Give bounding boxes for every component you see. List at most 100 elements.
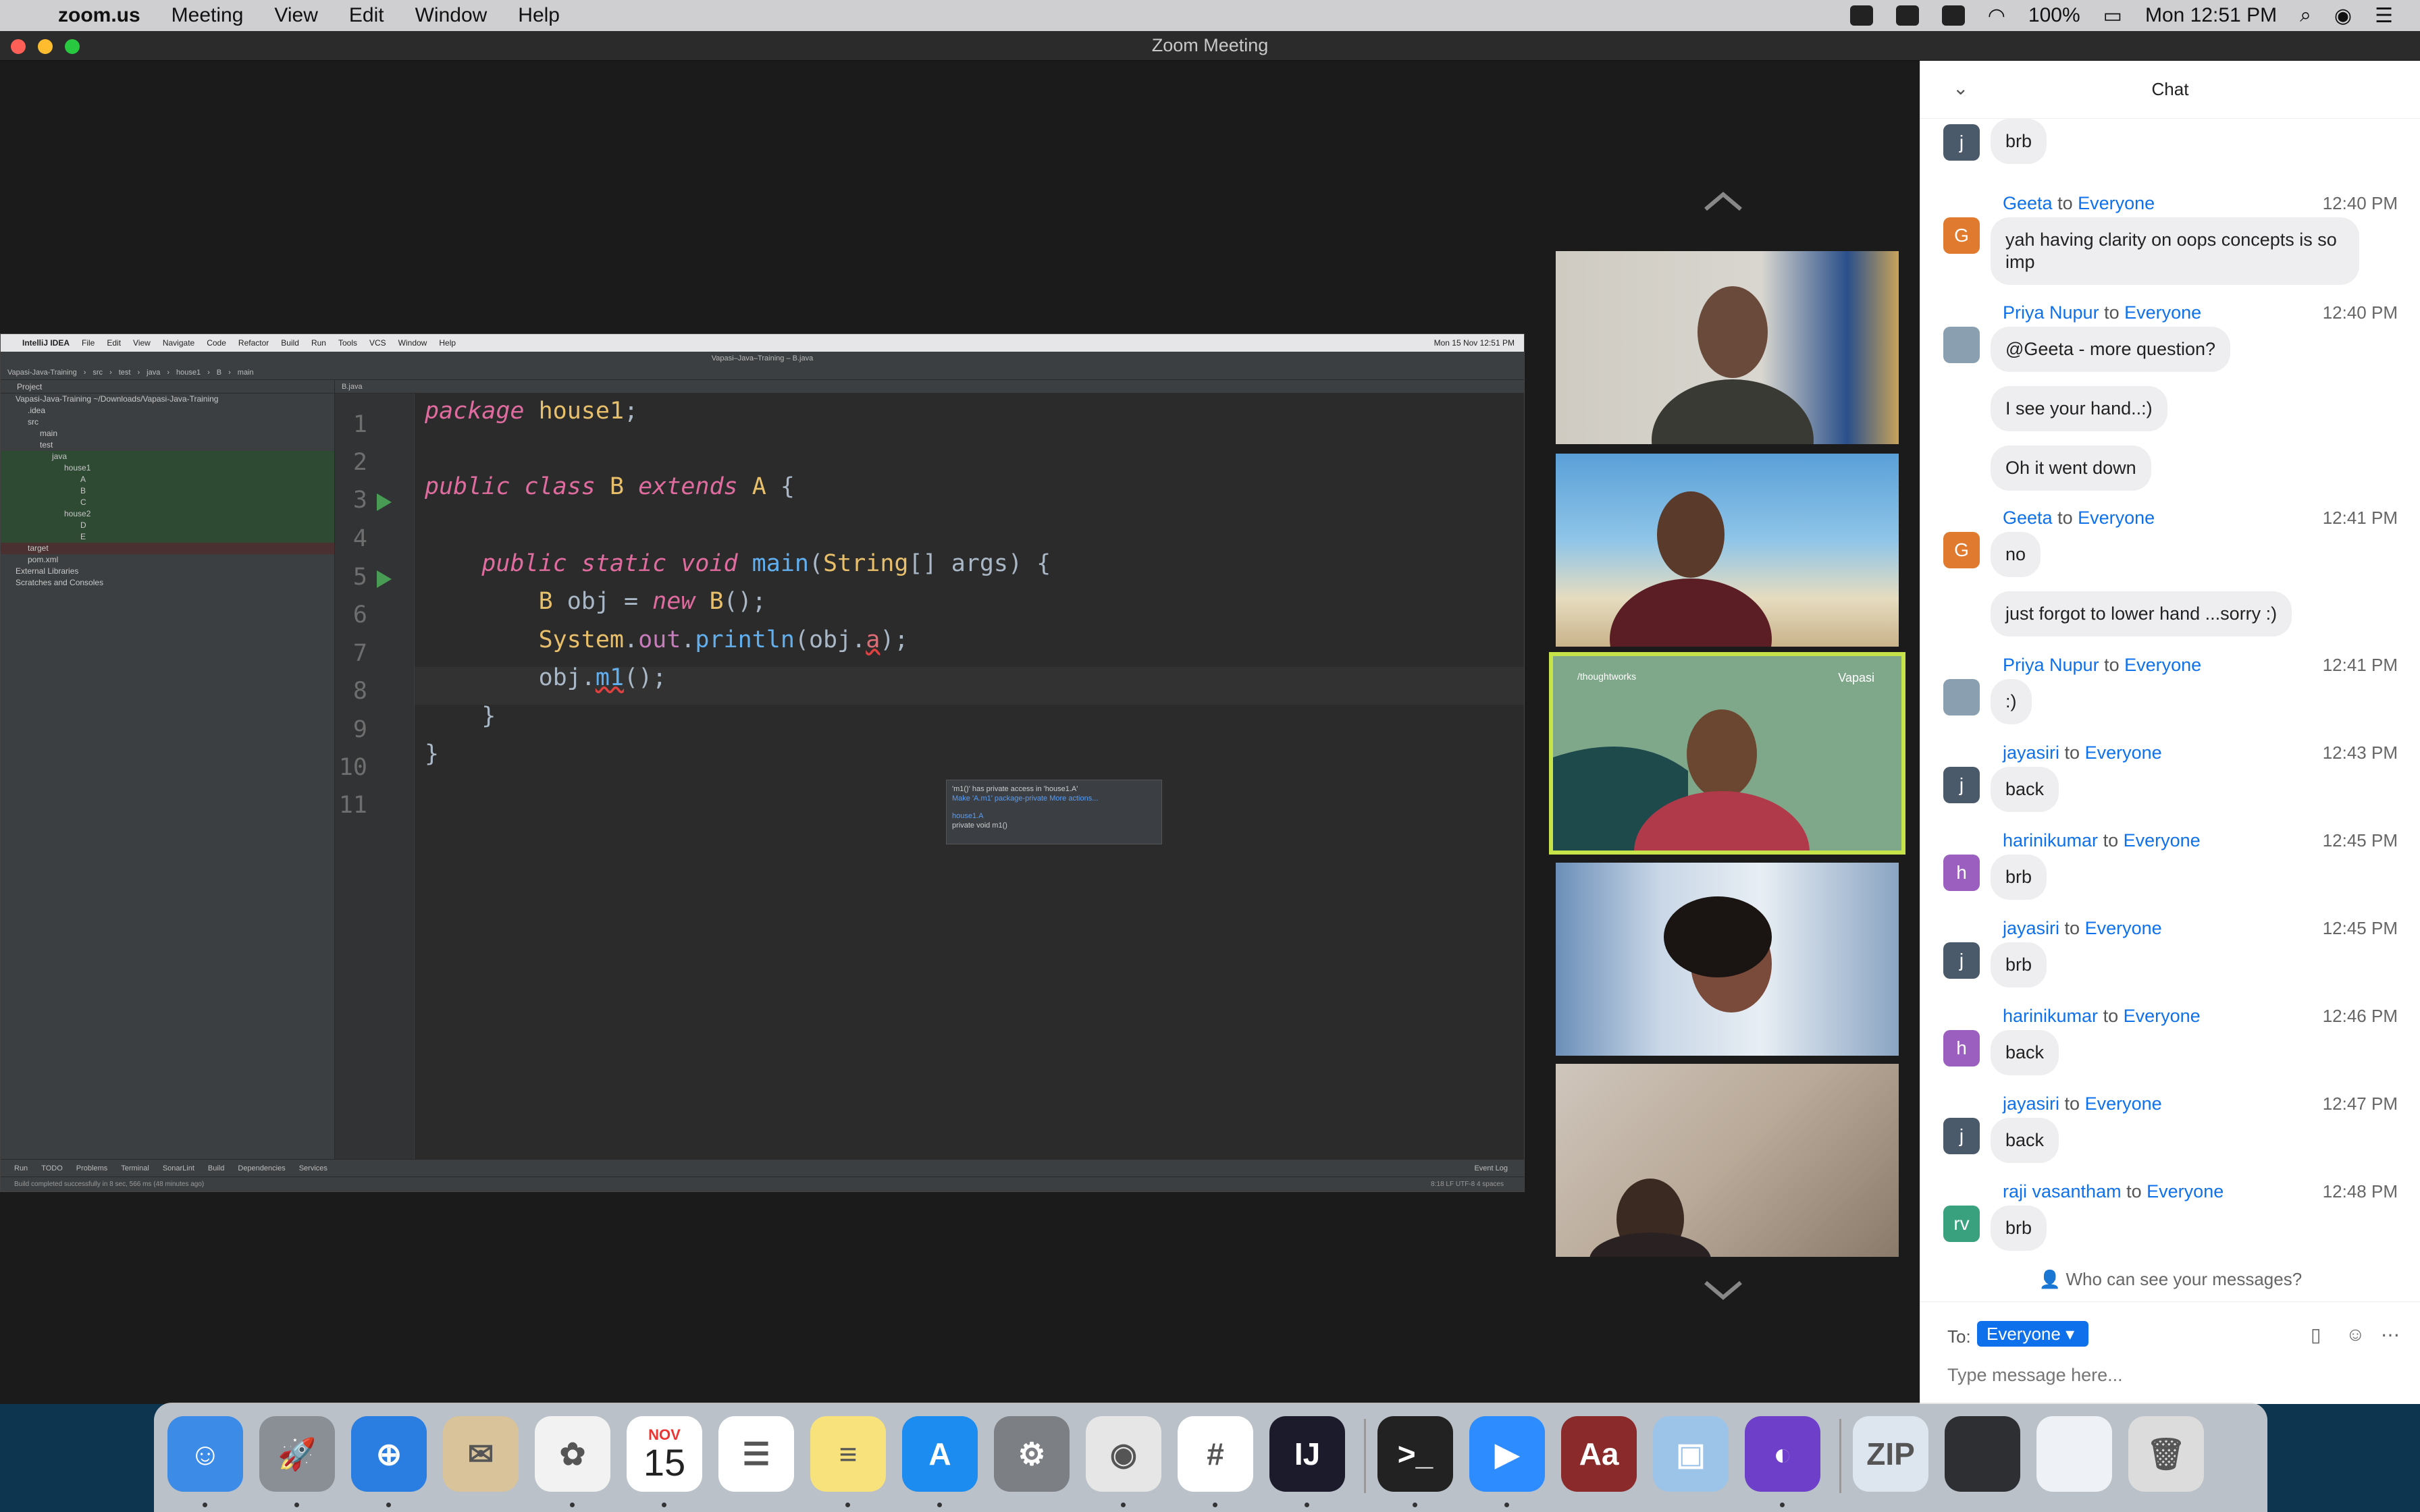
emoji-icon[interactable]: ☺	[2346, 1324, 2365, 1345]
message-bubble: brb	[1991, 1206, 2047, 1251]
participant-video-active-speaker[interactable]: /thoughtworks Vapasi	[1549, 652, 1905, 855]
avatar: G	[1943, 217, 1980, 254]
preview-dock-icon[interactable]: ▣	[1653, 1416, 1729, 1492]
line-number: 6	[352, 601, 367, 628]
code-line: package house1;	[425, 398, 639, 425]
line-number: 11	[338, 792, 367, 819]
participant-video-5[interactable]	[1554, 1062, 1900, 1258]
tree-item: target	[1, 543, 334, 554]
recent-window-2-dock-icon[interactable]	[2036, 1416, 2112, 1492]
minimize-window-button[interactable]	[38, 39, 53, 54]
more-options-icon[interactable]: ⋯	[2381, 1324, 2400, 1346]
launchpad-dock-icon[interactable]: 🚀	[259, 1416, 335, 1492]
app-store-dock-icon[interactable]: A	[902, 1416, 978, 1492]
mail-dock-icon[interactable]: ✉	[443, 1416, 519, 1492]
ide-menu-code: Code	[207, 338, 226, 348]
window-title: Zoom Meeting	[1151, 35, 1269, 55]
recipient-dropdown[interactable]: Everyone ▾	[1977, 1321, 2088, 1347]
menu-view[interactable]: View	[274, 4, 317, 27]
code-line: obj.m1();	[425, 664, 667, 691]
tree-item: .idea	[28, 406, 46, 415]
declaration-signature: private void m1()	[952, 821, 1007, 830]
chat-composer: To: Everyone ▾ ▯ ☺ ⋯	[1920, 1301, 2420, 1404]
message-sender: jayasiri to Everyone	[2003, 918, 2162, 938]
ide-menu-navigate: Navigate	[162, 338, 195, 348]
zoom-meeting-window: Zoom Meeting IntelliJ IDEA File Edit Vie…	[0, 31, 2420, 1404]
chrome-dock-icon[interactable]: ◉	[1086, 1416, 1161, 1492]
tool-tab: Terminal	[121, 1164, 149, 1172]
battery-icon[interactable]: ▭	[2103, 4, 2122, 28]
avatar: j	[1943, 942, 1980, 979]
message-bubble: no	[1991, 532, 2041, 577]
running-indicator	[1121, 1503, 1126, 1507]
participant-video-4[interactable]	[1554, 861, 1900, 1057]
menu-help[interactable]: Help	[518, 4, 560, 27]
participant-3-avatar	[1553, 709, 1810, 850]
zoom-status-icon[interactable]	[1849, 5, 1873, 26]
zip-archive-dock-icon[interactable]: ZIP	[1853, 1416, 1928, 1492]
error-tooltip: 'm1()' has private access in 'house1.A' …	[946, 780, 1162, 844]
gallery-scroll-up-icon[interactable]	[1703, 189, 1743, 216]
file-share-icon[interactable]: ▯	[2311, 1324, 2321, 1346]
message-bubble: :)	[1991, 679, 2032, 724]
chevron-down-icon[interactable]: ⌄	[1953, 77, 1968, 99]
message-time: 12:41 PM	[2322, 655, 2398, 675]
gallery-scroll-down-icon[interactable]	[1703, 1276, 1743, 1303]
reminders-dock-icon[interactable]: ☰	[718, 1416, 794, 1492]
running-indicator	[294, 1503, 299, 1507]
menubar-clock[interactable]: Mon 12:51 PM	[2145, 4, 2277, 27]
message-bubble: just forgot to lower hand ...sorry :)	[1991, 591, 2292, 637]
chat-message-input[interactable]	[1947, 1360, 2393, 1390]
spotlight-icon[interactable]: ⌕	[2300, 4, 2311, 27]
zoom-dock-icon[interactable]: ▶	[1469, 1416, 1545, 1492]
crumb: java	[147, 368, 161, 377]
menu-window[interactable]: Window	[415, 4, 488, 27]
ide-breadcrumb: Vapasi-Java-Training › src › test › java › h…	[1, 365, 1524, 380]
running-indicator	[386, 1503, 391, 1507]
crumb: Vapasi-Java-Training	[7, 368, 77, 377]
wifi-icon[interactable]: ◠	[1988, 4, 2005, 28]
s-status-icon[interactable]	[1895, 5, 1919, 26]
message-time: 12:48 PM	[2322, 1181, 2398, 1202]
menu-meeting[interactable]: Meeting	[172, 4, 244, 27]
photos-dock-icon[interactable]: ✿	[535, 1416, 610, 1492]
intellij-dock-icon[interactable]: IJ	[1269, 1416, 1345, 1492]
close-window-button[interactable]	[11, 39, 26, 54]
trash-dock-icon[interactable]: 🗑	[2128, 1416, 2204, 1492]
slack-dock-icon[interactable]: #	[1178, 1416, 1253, 1492]
siri-icon[interactable]: ◉	[2334, 4, 2352, 28]
participant-video-1[interactable]	[1554, 250, 1900, 446]
safari-dock-icon[interactable]: ⊕	[351, 1416, 427, 1492]
menu-edit[interactable]: Edit	[349, 4, 384, 27]
ide-menu-refactor: Refactor	[238, 338, 269, 348]
participant-video-2[interactable]	[1554, 452, 1900, 648]
calendar-dock-icon[interactable]: NOV 15	[627, 1416, 702, 1492]
github-desktop-dock-icon[interactable]: ◐	[1745, 1416, 1820, 1492]
status-text: Build completed successfully in 8 sec, 5…	[14, 1181, 205, 1188]
running-indicator	[203, 1503, 207, 1507]
code-line: System.out.println(obj.a);	[538, 626, 909, 653]
control-center-icon[interactable]: ☰	[2375, 4, 2393, 28]
shared-screen[interactable]: IntelliJ IDEA File Edit View Navigate Co…	[0, 333, 1525, 1192]
profile-photo-avatar	[1943, 679, 1980, 716]
recent-window-1-dock-icon[interactable]	[1945, 1416, 2020, 1492]
running-indicator	[1780, 1503, 1785, 1507]
ide-menubar: IntelliJ IDEA File Edit View Navigate Co…	[1, 334, 1524, 352]
system-preferences-dock-icon[interactable]: ⚙	[994, 1416, 1070, 1492]
terminal-dock-icon[interactable]: >_	[1377, 1416, 1453, 1492]
input-source-icon[interactable]	[1941, 5, 1965, 26]
zoom-window-button[interactable]	[65, 39, 80, 54]
finder-dock-icon[interactable]: ☺	[167, 1416, 243, 1492]
app-menu[interactable]: zoom.us	[58, 4, 140, 27]
tree-item: pom.xml	[28, 555, 59, 564]
recipient-label: To:	[1947, 1326, 1971, 1347]
who-can-see-messages[interactable]: 👤 Who can see your messages?	[1920, 1269, 2420, 1290]
line-number: 3	[352, 487, 367, 514]
line-number: 4	[352, 525, 367, 552]
running-indicator	[937, 1503, 942, 1507]
dictionary-dock-icon[interactable]: Aa	[1561, 1416, 1637, 1492]
tree-item: java	[1, 451, 334, 462]
message-sender: harinikumar to Everyone	[2003, 1006, 2201, 1026]
dock-separator	[1839, 1419, 1841, 1493]
notes-dock-icon[interactable]: ≡	[810, 1416, 886, 1492]
